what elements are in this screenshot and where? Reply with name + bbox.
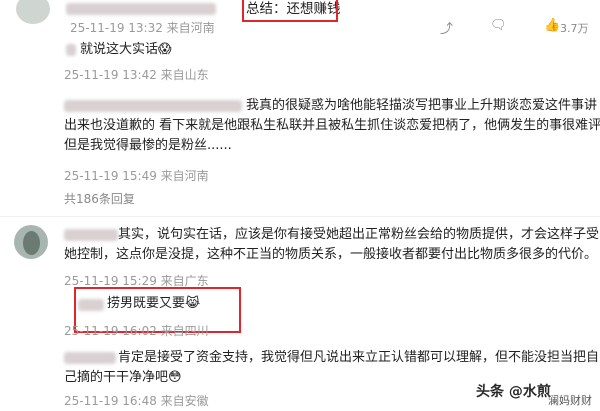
reply-username[interactable] [64,97,242,115]
comment-text-line: 她控制，这点你是没提，这种不正当的物质关系，一般接收者都要付出比物质多很多的代价… [64,247,598,262]
reply-timestamp: 25-11-19 16:02 来自四川 [64,324,209,338]
comment-username[interactable] [66,0,216,18]
highlight-box [242,0,338,22]
reply-text-line: 我真的很疑惑为啥他能轻描淡写把事业上升期谈恋爱这件事讲 [246,98,598,113]
comment-timestamp: 25-11-19 13:32 来自河南 [70,21,215,35]
watermark: 头条 @水煎 [476,384,551,400]
reply-text-line: 但是我觉得最惨的是粉丝...... [64,138,232,153]
comment-text-line: 其实，说句实在话，应该是你有接受她超出正常粉丝会给的物质提供，才会这样子受 [118,227,600,242]
reply-username[interactable] [66,41,76,59]
reply-username[interactable] [64,349,116,367]
like-count: 3.7万 [560,22,589,35]
reply-timestamp: 25-11-19 13:42 来自山东 [64,68,209,82]
reply-text-line: 肯定是接受了资金支持，我觉得但凡说出来立正认错都可以理解，但不能没担当把自 [118,350,600,365]
comment-username[interactable] [64,226,118,244]
reply-text-line: 出来也没道歉的 看下来就是他跟私生私联并且被私生抓住谈恋爱把柄了，他俩发生的事很… [64,118,600,133]
reply-text-line: 己摘的干干净净吧😳 [64,370,182,385]
reply-timestamp: 25-11-19 15:49 来自河南 [64,169,209,183]
reply-text: 就说这大实话😱 [80,42,172,57]
share-icon[interactable]: ⤴ [440,18,453,37]
comment-icon[interactable]: 🗨 [490,18,507,33]
view-replies-link[interactable]: 共186条回复 [64,190,135,208]
reply-timestamp: 25-11-19 16:48 来自安徽 [64,394,209,408]
avatar[interactable] [16,0,50,24]
avatar[interactable] [14,225,48,259]
comment-divider [0,216,600,217]
watermark-sub: 澜妈财财 [548,394,592,407]
like-icon[interactable]: 👍 [544,18,560,33]
